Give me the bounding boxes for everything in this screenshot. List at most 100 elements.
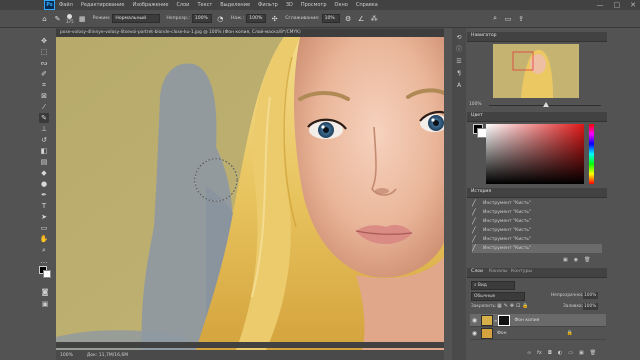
zoom-tool-icon[interactable]: ⌕ <box>39 245 49 255</box>
zoom-readout[interactable]: 100% <box>60 353 73 358</box>
minimize-button[interactable]: — <box>597 1 604 9</box>
crop-tool-icon[interactable]: ⌗ <box>39 80 49 90</box>
navigator-tab[interactable]: Навигатор <box>471 33 497 38</box>
properties-panel-icon[interactable]: ☰ <box>455 58 463 66</box>
blur-tool-icon[interactable]: ◆ <box>39 168 49 178</box>
trash-icon[interactable]: 🗑 <box>584 257 590 263</box>
search-icon[interactable]: ⌕ <box>491 14 500 23</box>
marquee-tool-icon[interactable]: ⬚ <box>39 47 49 57</box>
workspace-icon[interactable]: ▭ <box>504 14 513 23</box>
angle-icon[interactable]: ∠ <box>357 14 366 23</box>
character-panel-icon[interactable]: A <box>455 82 463 90</box>
quick-mask-icon[interactable]: ◙ <box>40 288 50 298</box>
move-tool-icon[interactable]: ✥ <box>39 36 49 46</box>
menu-file[interactable]: Файл <box>59 2 73 8</box>
frame-tool-icon[interactable]: ⊠ <box>39 91 49 101</box>
link-layers-icon[interactable]: ∞ <box>527 350 531 356</box>
horizontal-scrollbar[interactable] <box>56 342 444 348</box>
layer-name[interactable]: Фон копия <box>514 318 539 323</box>
delete-layer-icon[interactable]: 🗑 <box>590 350 596 356</box>
close-button[interactable]: ✕ <box>630 1 636 9</box>
eraser-tool-icon[interactable]: ◧ <box>39 146 49 156</box>
fill-input[interactable]: 100% <box>583 303 598 310</box>
brush-panel-icon[interactable]: ▦ <box>78 14 87 23</box>
paragraph-panel-icon[interactable]: ¶ <box>455 70 463 78</box>
smoothing-settings-icon[interactable]: ⚙ <box>344 14 353 23</box>
brush-tool-icon[interactable]: ✎ <box>39 113 49 123</box>
share-icon[interactable]: ⇪ <box>517 14 526 23</box>
tab-channels[interactable]: Каналы <box>489 269 507 274</box>
history-panel-icon[interactable]: ⟲ <box>455 34 463 42</box>
navigator-slider-handle[interactable] <box>543 102 549 107</box>
snapshot-icon[interactable]: ◉ <box>574 257 578 263</box>
screen-mode-icon[interactable]: ▣ <box>40 300 50 310</box>
history-brush-tool-icon[interactable]: ↺ <box>39 135 49 145</box>
visibility-eye-icon[interactable]: ◉ <box>470 330 479 337</box>
mode-select[interactable]: Нормальный <box>112 14 161 23</box>
document-info[interactable]: Док: 11,7М/16,6М <box>87 353 128 358</box>
airbrush-icon[interactable]: ✣ <box>270 14 279 23</box>
navigator-preview[interactable] <box>493 44 579 98</box>
opacity-input[interactable]: 100% <box>191 14 212 23</box>
layer-opacity-input[interactable]: 100% <box>583 292 598 299</box>
layer-row[interactable]: ◉ Фон 🔒 <box>470 327 606 340</box>
menu-layers[interactable]: Слои <box>176 2 189 8</box>
shape-tool-icon[interactable]: ▭ <box>39 223 49 233</box>
visibility-eye-icon[interactable]: ◉ <box>470 317 479 324</box>
tab-paths[interactable]: Контуры <box>511 269 532 274</box>
folder-icon[interactable]: ▭ <box>568 350 573 356</box>
menu-window[interactable]: Окно <box>335 2 348 8</box>
background-color-swatch[interactable] <box>43 270 51 278</box>
new-layer-icon[interactable]: ▣ <box>579 350 584 356</box>
quick-select-tool-icon[interactable]: ✐ <box>39 69 49 79</box>
more-tools-icon[interactable]: … <box>39 256 49 266</box>
history-tab[interactable]: История <box>471 189 491 194</box>
history-item[interactable]: ╱ Инструмент "Кисть" <box>472 226 602 235</box>
menu-view[interactable]: Просмотр <box>301 2 327 8</box>
menu-edit[interactable]: Редактирование <box>81 2 125 8</box>
pressure-opacity-icon[interactable]: ◔ <box>216 14 225 23</box>
document-canvas[interactable] <box>56 37 444 350</box>
menu-type[interactable]: Текст <box>197 2 212 8</box>
adjustment-layer-icon[interactable]: ◐ <box>558 350 562 356</box>
fx-icon[interactable]: fx <box>537 350 542 356</box>
blend-mode-select[interactable]: Обычные <box>471 292 525 301</box>
home-icon[interactable]: ⌂ <box>40 14 49 23</box>
info-panel-icon[interactable]: ⓘ <box>455 46 463 54</box>
eyedropper-tool-icon[interactable]: ⁄ <box>39 102 49 112</box>
layer-row-active[interactable]: ◉ ∞ Фон копия <box>470 314 606 327</box>
lasso-tool-icon[interactable]: ᔓ <box>39 58 49 68</box>
pen-tool-icon[interactable]: ✒ <box>39 190 49 200</box>
color-field[interactable] <box>486 124 584 184</box>
menu-help[interactable]: Справка <box>356 2 378 8</box>
tab-layers[interactable]: Слои <box>471 269 483 274</box>
history-item[interactable]: ╱ Инструмент "Кисть" <box>472 235 602 244</box>
clone-stamp-tool-icon[interactable]: ⊥ <box>39 124 49 134</box>
menu-image[interactable]: Изображение <box>132 2 168 8</box>
brush-size-picker[interactable]: 375 <box>66 13 74 24</box>
color-tab[interactable]: Цвет <box>471 113 483 118</box>
layer-name[interactable]: Фон <box>497 331 507 336</box>
path-select-tool-icon[interactable]: ➤ <box>39 212 49 222</box>
history-item[interactable]: ╱ Инструмент "Кисть" <box>472 199 602 208</box>
smoothing-input[interactable]: 10% <box>321 14 340 23</box>
menu-select[interactable]: Выделение <box>220 2 250 8</box>
hue-slider[interactable] <box>589 124 594 184</box>
history-item[interactable]: ╱ Инструмент "Кисть" <box>472 208 602 217</box>
menu-3d[interactable]: 3D <box>286 2 293 8</box>
dodge-tool-icon[interactable]: ● <box>39 179 49 189</box>
symmetry-icon[interactable]: ⁂ <box>370 14 379 23</box>
brush-preset-icon[interactable]: ✎ <box>53 14 62 23</box>
add-mask-icon[interactable]: ◘ <box>548 350 552 356</box>
layer-filter-select[interactable]: ⌕ Вид <box>471 281 515 290</box>
layer-mask-thumbnail[interactable] <box>498 314 511 326</box>
gradient-tool-icon[interactable]: ▤ <box>39 157 49 167</box>
history-item-active[interactable]: ╱ Инструмент "Кисть" <box>472 244 602 253</box>
navigator-zoom[interactable]: 100% <box>469 102 482 107</box>
new-document-icon[interactable]: ▣ <box>563 257 568 263</box>
menu-filter[interactable]: Фильтр <box>258 2 278 8</box>
flow-input[interactable]: 100% <box>246 14 267 23</box>
lock-icons[interactable]: ▦✎✥⊡🔒 <box>497 303 531 309</box>
history-item[interactable]: ╱ Инструмент "Кисть" <box>472 217 602 226</box>
maximize-button[interactable]: □ <box>614 1 621 9</box>
